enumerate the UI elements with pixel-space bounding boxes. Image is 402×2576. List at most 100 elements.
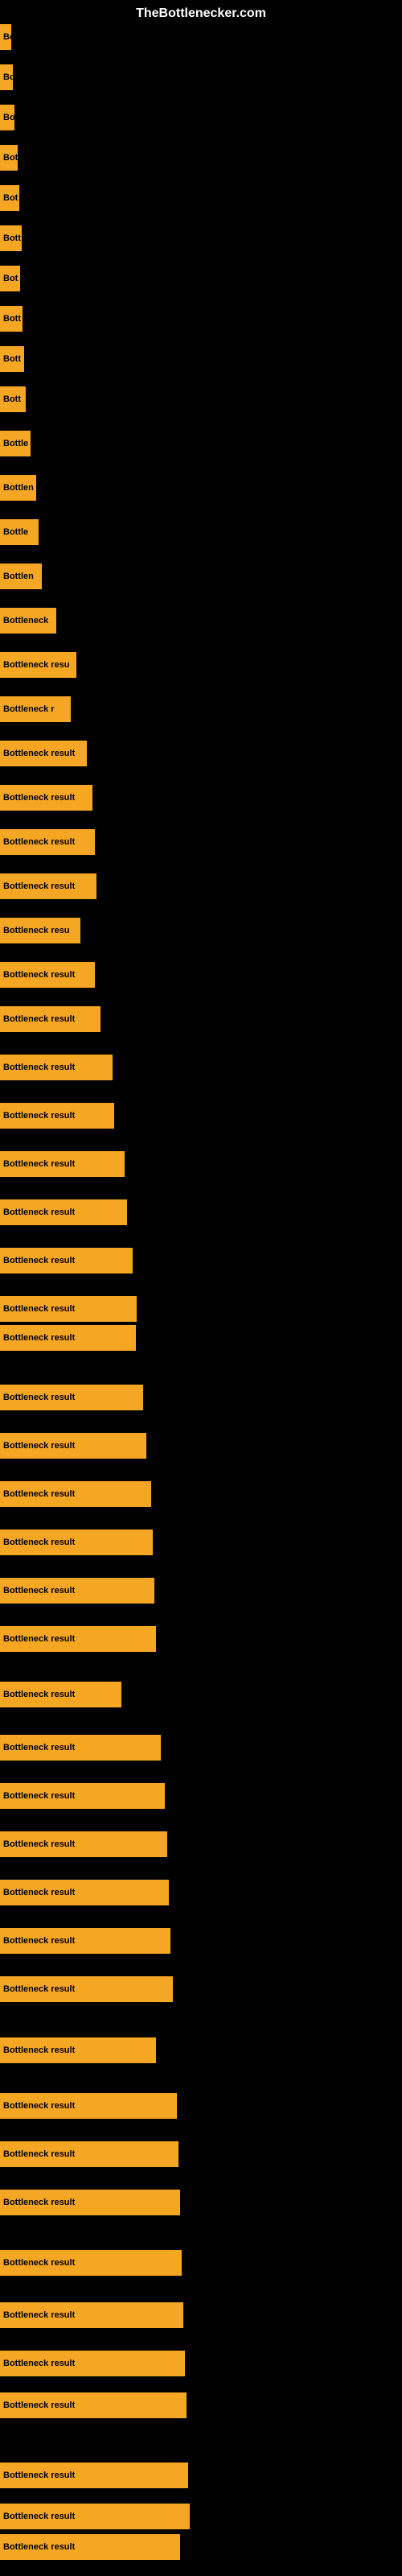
bottleneck-label: Bottleneck result [3, 2046, 75, 2055]
bottleneck-label: Bottlen [3, 572, 34, 581]
bottleneck-label: Bottleneck result [3, 1393, 75, 1402]
bottleneck-label: Bottleneck result [3, 2149, 75, 2159]
bottleneck-bar: Bottleneck result [0, 1055, 113, 1080]
bottleneck-bar: Bottleneck result [0, 2037, 156, 2063]
bottleneck-bar: Bottleneck result [0, 1928, 170, 1954]
bottleneck-bar: Bot [0, 266, 20, 291]
bottleneck-bar: Bottleneck result [0, 829, 95, 855]
bottleneck-label: Bo [3, 113, 14, 122]
bottleneck-bar: Bottleneck result [0, 1481, 151, 1507]
bottleneck-bar: Bott [0, 225, 22, 251]
bottleneck-label: Bottleneck result [3, 1690, 75, 1699]
bottleneck-bar: Bottleneck result [0, 1006, 100, 1032]
bottleneck-bar: Bottleneck result [0, 1735, 161, 1761]
bottleneck-label: Bott [3, 314, 21, 324]
bottleneck-bar: Bottleneck result [0, 1831, 167, 1857]
bottleneck-label: Bottleneck result [3, 2542, 75, 2552]
bottleneck-label: Bottleneck result [3, 1586, 75, 1596]
bottleneck-bar: Bottleneck result [0, 1325, 136, 1351]
bottleneck-label: Bottleneck result [3, 793, 75, 803]
bottleneck-label: Bottleneck result [3, 2310, 75, 2320]
bottleneck-bar: Bottleneck result [0, 1626, 156, 1652]
bottleneck-label: Bottle [3, 527, 28, 537]
bottleneck-bar: Bottleneck result [0, 873, 96, 899]
bottleneck-label: Bottleneck result [3, 2471, 75, 2480]
bottleneck-label: Bottleneck result [3, 1304, 75, 1314]
bottleneck-label: Bottleneck result [3, 1538, 75, 1547]
bottleneck-bar: Bottlen [0, 564, 42, 589]
bottleneck-bar: Bott [0, 346, 24, 372]
bottleneck-bar: Bottleneck r [0, 696, 71, 722]
bottleneck-bar: Bo [0, 105, 14, 130]
bottleneck-bar: Bottlen [0, 475, 36, 501]
bottleneck-bar: Bottleneck result [0, 1976, 173, 2002]
bottleneck-label: Bottleneck result [3, 2101, 75, 2111]
bottleneck-label: Bottleneck result [3, 1791, 75, 1801]
bottleneck-bar: Bottleneck result [0, 2462, 188, 2488]
bottleneck-label: Bottleneck result [3, 2512, 75, 2521]
bottleneck-bar: Bottleneck result [0, 2392, 187, 2418]
bottleneck-label: Bottleneck result [3, 1063, 75, 1072]
bottleneck-bar: Bottleneck result [0, 1530, 153, 1555]
bottleneck-bar: Bottleneck result [0, 2250, 182, 2276]
bottleneck-bar: Bottleneck [0, 608, 56, 634]
bottleneck-label: Bottleneck result [3, 1936, 75, 1946]
bottleneck-label: Bot [3, 193, 18, 203]
bottleneck-bar: Bottleneck result [0, 1103, 114, 1129]
bottleneck-label: Bott [3, 233, 21, 243]
bottleneck-label: Bot [3, 153, 18, 163]
bottleneck-label: Bottleneck resu [3, 660, 70, 670]
bottleneck-bar: Bottleneck result [0, 1385, 143, 1410]
bottleneck-label: Bottleneck result [3, 970, 75, 980]
bottleneck-bar: Bottleneck result [0, 1783, 165, 1809]
site-title: TheBottlenecker.com [136, 6, 266, 21]
bottleneck-label: Bott [3, 354, 21, 364]
bottleneck-label: Bottleneck result [3, 837, 75, 847]
bottleneck-label: Bottleneck result [3, 2401, 75, 2410]
bottleneck-bar: Bott [0, 386, 26, 412]
bottleneck-label: Bottleneck result [3, 1888, 75, 1897]
bottleneck-label: Bottleneck result [3, 1839, 75, 1849]
bottleneck-bar: Bottleneck result [0, 2302, 183, 2328]
bottleneck-label: Bottleneck result [3, 1489, 75, 1499]
bottleneck-bar: Bottleneck result [0, 1433, 146, 1459]
bottleneck-label: Bottleneck result [3, 1333, 75, 1343]
bottleneck-label: Bo [3, 72, 13, 82]
bottleneck-bar: Bot [0, 185, 19, 211]
bottleneck-bar: Bottleneck result [0, 1151, 125, 1177]
bottleneck-bar: Bo [0, 64, 13, 90]
bottleneck-bar: Bottleneck result [0, 1296, 137, 1322]
bottleneck-bar: Bottleneck result [0, 2351, 185, 2376]
bottleneck-bar: Bottleneck result [0, 1578, 154, 1604]
bottleneck-label: Bottleneck result [3, 881, 75, 891]
bottleneck-label: Bottleneck result [3, 2258, 75, 2268]
bottleneck-bar: Bottleneck result [0, 1248, 133, 1274]
bottleneck-label: Bo [3, 32, 11, 42]
bottleneck-label: Bottleneck result [3, 1208, 75, 1217]
bottleneck-bar: Bottle [0, 431, 31, 456]
bottleneck-bar: Bot [0, 145, 18, 171]
bottleneck-bar: Bottleneck result [0, 741, 87, 766]
bottleneck-bar: Bottleneck result [0, 2534, 180, 2560]
bottleneck-bar: Bottleneck result [0, 785, 92, 811]
bottleneck-label: Bottleneck result [3, 749, 75, 758]
bottleneck-label: Bottleneck r [3, 704, 55, 714]
bottleneck-label: Bott [3, 394, 21, 404]
bottleneck-label: Bottlen [3, 483, 34, 493]
bottleneck-label: Bottleneck result [3, 1159, 75, 1169]
bottleneck-bar: Bott [0, 306, 23, 332]
bottleneck-label: Bottleneck result [3, 1256, 75, 1265]
bottleneck-bar: Bottleneck resu [0, 918, 80, 943]
bottleneck-bar: Bottleneck result [0, 1682, 121, 1707]
bottleneck-bar: Bottleneck result [0, 2141, 178, 2167]
bottleneck-label: Bottleneck result [3, 1634, 75, 1644]
bottleneck-label: Bottleneck result [3, 1743, 75, 1752]
bottleneck-label: Bottleneck result [3, 2198, 75, 2207]
bottleneck-bar: Bottleneck result [0, 962, 95, 988]
bottleneck-label: Bottleneck result [3, 1441, 75, 1451]
bottleneck-label: Bottleneck result [3, 1014, 75, 1024]
bottleneck-label: Bottleneck result [3, 1984, 75, 1994]
bottleneck-bar: Bo [0, 24, 11, 50]
bottleneck-bar: Bottleneck result [0, 1199, 127, 1225]
bottleneck-label: Bottle [3, 439, 28, 448]
